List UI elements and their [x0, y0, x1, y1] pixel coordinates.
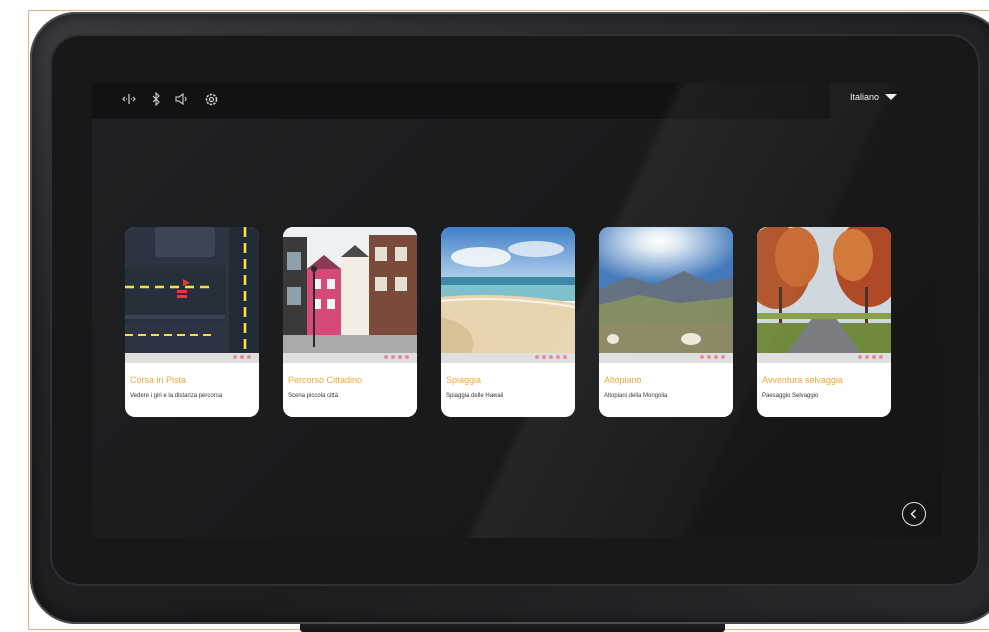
scene-subtitle: Altopiani della Mongolia: [604, 393, 668, 399]
highland-thumbnail: [599, 227, 733, 353]
wild-thumbnail: [757, 227, 891, 353]
scene-subtitle: Spiaggia delle Hawaii: [446, 393, 504, 399]
rating-strip: [125, 353, 259, 363]
rating-strip: [441, 353, 575, 363]
scene-subtitle: Paesaggio Selvaggio: [762, 393, 819, 399]
language-label: Italiano: [850, 92, 880, 102]
rating-strip: [599, 353, 733, 363]
scene-card-beach[interactable]: Spiaggia Spiaggia delle Hawaii: [441, 227, 575, 417]
city-thumbnail: [283, 227, 417, 353]
scene-title: Percorso Cittadino: [288, 375, 363, 385]
scene-title: Spiaggia: [446, 375, 482, 385]
rating-strip: [757, 353, 891, 363]
console-screen: Italiano Corsa in Pista Vedere i giri e …: [92, 83, 942, 538]
language-dropdown[interactable]: Italiano: [850, 92, 898, 102]
scene-title: Corsa in Pista: [130, 375, 187, 385]
scene-title: Avventura selvaggia: [762, 375, 843, 385]
scene-card-wild[interactable]: Avventura selvaggia Paesaggio Selvaggio: [757, 227, 891, 417]
scene-subtitle: Vedere i giri e la distanza percorsa: [130, 393, 223, 399]
beach-thumbnail: [441, 227, 575, 353]
network-icon[interactable]: [122, 92, 136, 110]
settings-icon[interactable]: [204, 92, 219, 111]
status-bar: [92, 83, 830, 119]
scene-subtitle: Scena piccola città: [288, 393, 339, 399]
scene-card-highland[interactable]: Altopiano Altopiani della Mongolia: [599, 227, 733, 417]
chevron-left-icon: [910, 509, 917, 519]
scene-card-city[interactable]: Percorso Cittadino Scena piccola città: [283, 227, 417, 417]
scene-title: Altopiano: [604, 375, 642, 385]
chevron-down-icon: [885, 94, 898, 100]
track-thumbnail: [125, 227, 259, 353]
rating-strip: [283, 353, 417, 363]
back-button[interactable]: [902, 502, 926, 526]
bluetooth-icon[interactable]: [150, 91, 162, 110]
volume-icon[interactable]: [174, 92, 190, 110]
scene-card-track[interactable]: Corsa in Pista Vedere i giri e la distan…: [125, 227, 259, 417]
